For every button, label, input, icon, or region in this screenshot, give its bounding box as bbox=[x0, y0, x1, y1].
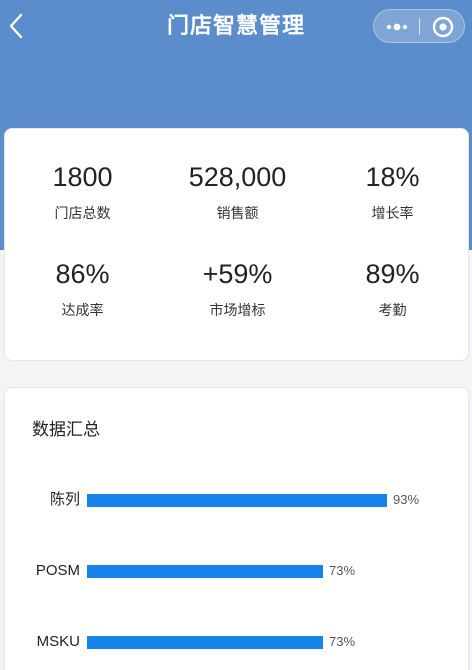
stat-growth-rate: 18% 增长率 bbox=[315, 162, 470, 223]
bar-category-label: POSM bbox=[35, 562, 80, 579]
stat-value: 86% bbox=[55, 259, 110, 289]
stat-attendance: 89% 考勤 bbox=[315, 259, 470, 320]
more-dots-icon bbox=[386, 23, 408, 31]
stat-store-count: 1800 门店总数 bbox=[5, 162, 160, 223]
summary-card: 数据汇总 陈列 93% POSM 73% MSKU 73% bbox=[4, 387, 469, 670]
stat-value: 89% bbox=[365, 259, 420, 289]
bar-row: POSM 73% bbox=[5, 561, 470, 581]
mini-program-capsule bbox=[373, 9, 465, 43]
bar-value-label: 73% bbox=[329, 563, 356, 578]
stat-label: 达成率 bbox=[61, 303, 104, 319]
stat-achievement-rate: 86% 达成率 bbox=[5, 259, 160, 320]
more-button[interactable] bbox=[374, 10, 420, 44]
stat-label: 市场增标 bbox=[209, 303, 266, 319]
bar bbox=[87, 565, 323, 578]
bar bbox=[87, 494, 387, 507]
stat-value: 1800 bbox=[52, 162, 113, 192]
bar-row: 陈列 93% bbox=[5, 490, 470, 510]
chart-title: 数据汇总 bbox=[32, 420, 100, 440]
stat-label: 考勤 bbox=[378, 303, 407, 319]
bar bbox=[87, 636, 323, 649]
bar-category-label: 陈列 bbox=[49, 491, 80, 508]
stat-value: 18% bbox=[365, 162, 420, 192]
target-circle-icon bbox=[432, 16, 454, 38]
stat-label: 门店总数 bbox=[54, 206, 111, 222]
stat-value: 528,000 bbox=[188, 162, 287, 192]
bar-category-label: MSKU bbox=[36, 633, 80, 650]
bar-value-label: 73% bbox=[329, 634, 356, 649]
stat-sales: 528,000 销售额 bbox=[160, 162, 315, 223]
bar-row: MSKU 73% bbox=[5, 632, 470, 652]
navigation-bar: 门店智慧管理 bbox=[0, 0, 472, 52]
stat-label: 销售额 bbox=[216, 206, 259, 222]
stats-card: 1800 门店总数 528,000 销售额 18% 增长率 86% 达成率 +5… bbox=[4, 128, 469, 361]
stat-value: +59% bbox=[202, 259, 273, 289]
bar-value-label: 93% bbox=[393, 492, 420, 507]
close-button[interactable] bbox=[420, 10, 466, 44]
stat-label: 增长率 bbox=[371, 206, 414, 222]
stat-market-share: +59% 市场增标 bbox=[160, 259, 315, 320]
